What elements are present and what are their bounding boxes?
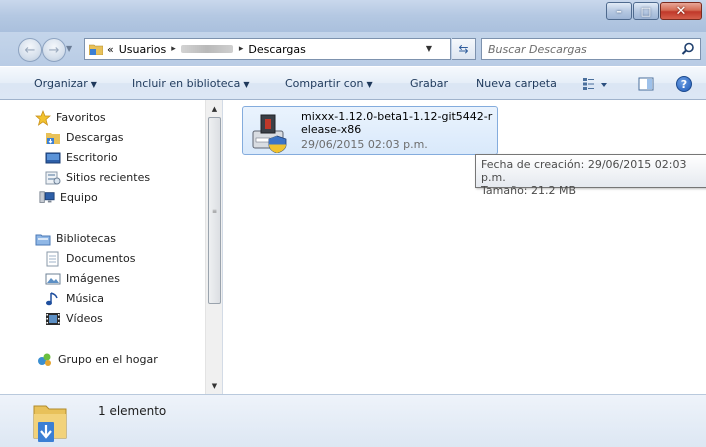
refresh-icon: ⇆ (458, 42, 469, 56)
nav-item-bibliotecas[interactable]: Bibliotecas (35, 229, 116, 248)
nav-item-equipo[interactable]: Equipo (39, 188, 98, 207)
chevron-down-icon: ▼ (366, 80, 373, 89)
address-dropdown-icon[interactable]: ▼ (426, 44, 432, 53)
close-button[interactable]: ✕ (660, 2, 702, 20)
search-placeholder: Buscar Descargas (488, 42, 587, 56)
scroll-down-arrow-icon[interactable]: ▼ (206, 377, 222, 394)
downloads-folder-large-icon (33, 405, 67, 442)
help-button[interactable]: ? (676, 76, 692, 92)
back-arrow-icon: ← (24, 42, 36, 58)
file-list[interactable]: mixxx-1.12.0-beta1-1.12-git5442-release-… (224, 100, 706, 394)
breadcrumb-separator[interactable]: ▸ (171, 44, 176, 54)
new-folder-button[interactable]: Nueva carpeta (476, 77, 557, 90)
forward-button[interactable]: → (42, 38, 66, 62)
address-bar[interactable]: « Usuarios ▸ ▸ Descargas ▼ (84, 38, 451, 60)
scrollbar-thumb[interactable]: ≡ (208, 117, 221, 304)
preview-pane-icon (638, 77, 654, 91)
burn-button[interactable]: Grabar (410, 77, 448, 90)
file-name: mixxx-1.12.0-beta1-1.12-git5442-release-… (301, 110, 493, 136)
preview-pane-button[interactable] (638, 76, 654, 95)
nav-item-imagenes[interactable]: Imágenes (45, 269, 120, 288)
title-bar: – □ ✕ (0, 0, 706, 32)
scroll-up-arrow-icon[interactable]: ▲ (206, 100, 222, 117)
folder-icon (89, 44, 103, 55)
maximize-button[interactable]: □ (633, 2, 659, 20)
breadcrumb-descargas[interactable]: Descargas (248, 43, 306, 56)
homegroup-icon (37, 352, 53, 368)
tooltip-size: Tamaño: 21.2 MB (481, 184, 577, 197)
recent-pages-dropdown[interactable]: ▼ (66, 44, 72, 53)
organize-button[interactable]: Organizar ▼ (34, 77, 97, 90)
view-details-icon (583, 78, 607, 90)
desktop-icon (45, 150, 61, 166)
breadcrumb-overflow[interactable]: « (107, 43, 114, 56)
back-button[interactable]: ← (18, 38, 42, 62)
file-tooltip: Fecha de creación: 29/06/2015 02:03 p.m.… (475, 154, 706, 197)
installer-icon (252, 114, 287, 153)
minimize-button[interactable]: – (606, 2, 632, 20)
music-icon (45, 291, 61, 307)
nav-item-documentos[interactable]: Documentos (45, 249, 135, 268)
documents-icon (45, 251, 61, 267)
command-bar: Organizar ▼ Incluir en biblioteca ▼ Compar… (0, 66, 706, 100)
pictures-icon (45, 271, 61, 287)
nav-item-favorites[interactable]: Favoritos (35, 108, 106, 127)
search-input[interactable]: Buscar Descargas (481, 38, 701, 60)
file-item-mixxx[interactable]: mixxx-1.12.0-beta1-1.12-git5442-release-… (242, 106, 498, 155)
navigation-pane: Favoritos Descargas Escritorio Sitios re… (0, 100, 223, 394)
videos-icon (45, 311, 61, 327)
nav-item-sitios-recientes[interactable]: Sitios recientes (45, 168, 150, 187)
forward-arrow-icon: → (48, 42, 60, 58)
breadcrumb-usuarios[interactable]: Usuarios (119, 43, 167, 56)
star-icon (35, 109, 51, 126)
nav-scrollbar[interactable]: ▲ ≡ ▼ (205, 100, 222, 394)
chevron-down-icon: ▼ (90, 80, 97, 89)
libraries-icon (35, 231, 51, 247)
item-count: 1 elemento (98, 404, 167, 418)
breadcrumb-separator[interactable]: ▸ (239, 44, 244, 54)
nav-item-grupo-en-el-hogar[interactable]: Grupo en el hogar (37, 350, 158, 369)
nav-item-descargas[interactable]: Descargas (45, 128, 124, 147)
share-with-button[interactable]: Compartir con ▼ (285, 77, 373, 90)
chevron-down-icon: ▼ (243, 80, 250, 89)
refresh-button[interactable]: ⇆ (452, 38, 476, 60)
breadcrumb-redacted-user[interactable] (180, 45, 233, 53)
tooltip-created: Fecha de creación: 29/06/2015 02:03 p.m. (481, 158, 687, 184)
downloads-folder-icon (45, 130, 61, 146)
nav-item-escritorio[interactable]: Escritorio (45, 148, 118, 167)
caption-buttons: – □ ✕ (606, 2, 702, 20)
change-view-button[interactable] (582, 76, 610, 95)
recent-places-icon (45, 170, 61, 186)
scroll-grip-icon: ≡ (212, 208, 218, 215)
include-library-button[interactable]: Incluir en biblioteca ▼ (132, 77, 250, 90)
computer-icon (39, 190, 55, 206)
search-icon[interactable] (681, 42, 695, 56)
help-icon: ? (680, 77, 688, 91)
file-date: 29/06/2015 02:03 p.m. (301, 138, 428, 151)
nav-item-videos[interactable]: Vídeos (45, 309, 103, 328)
nav-item-musica[interactable]: Música (45, 289, 104, 308)
details-pane: 1 elemento (0, 394, 706, 447)
address-row: ← → ▼ « Usuarios ▸ ▸ Descargas ▼ ⇆ Busca… (0, 32, 706, 66)
